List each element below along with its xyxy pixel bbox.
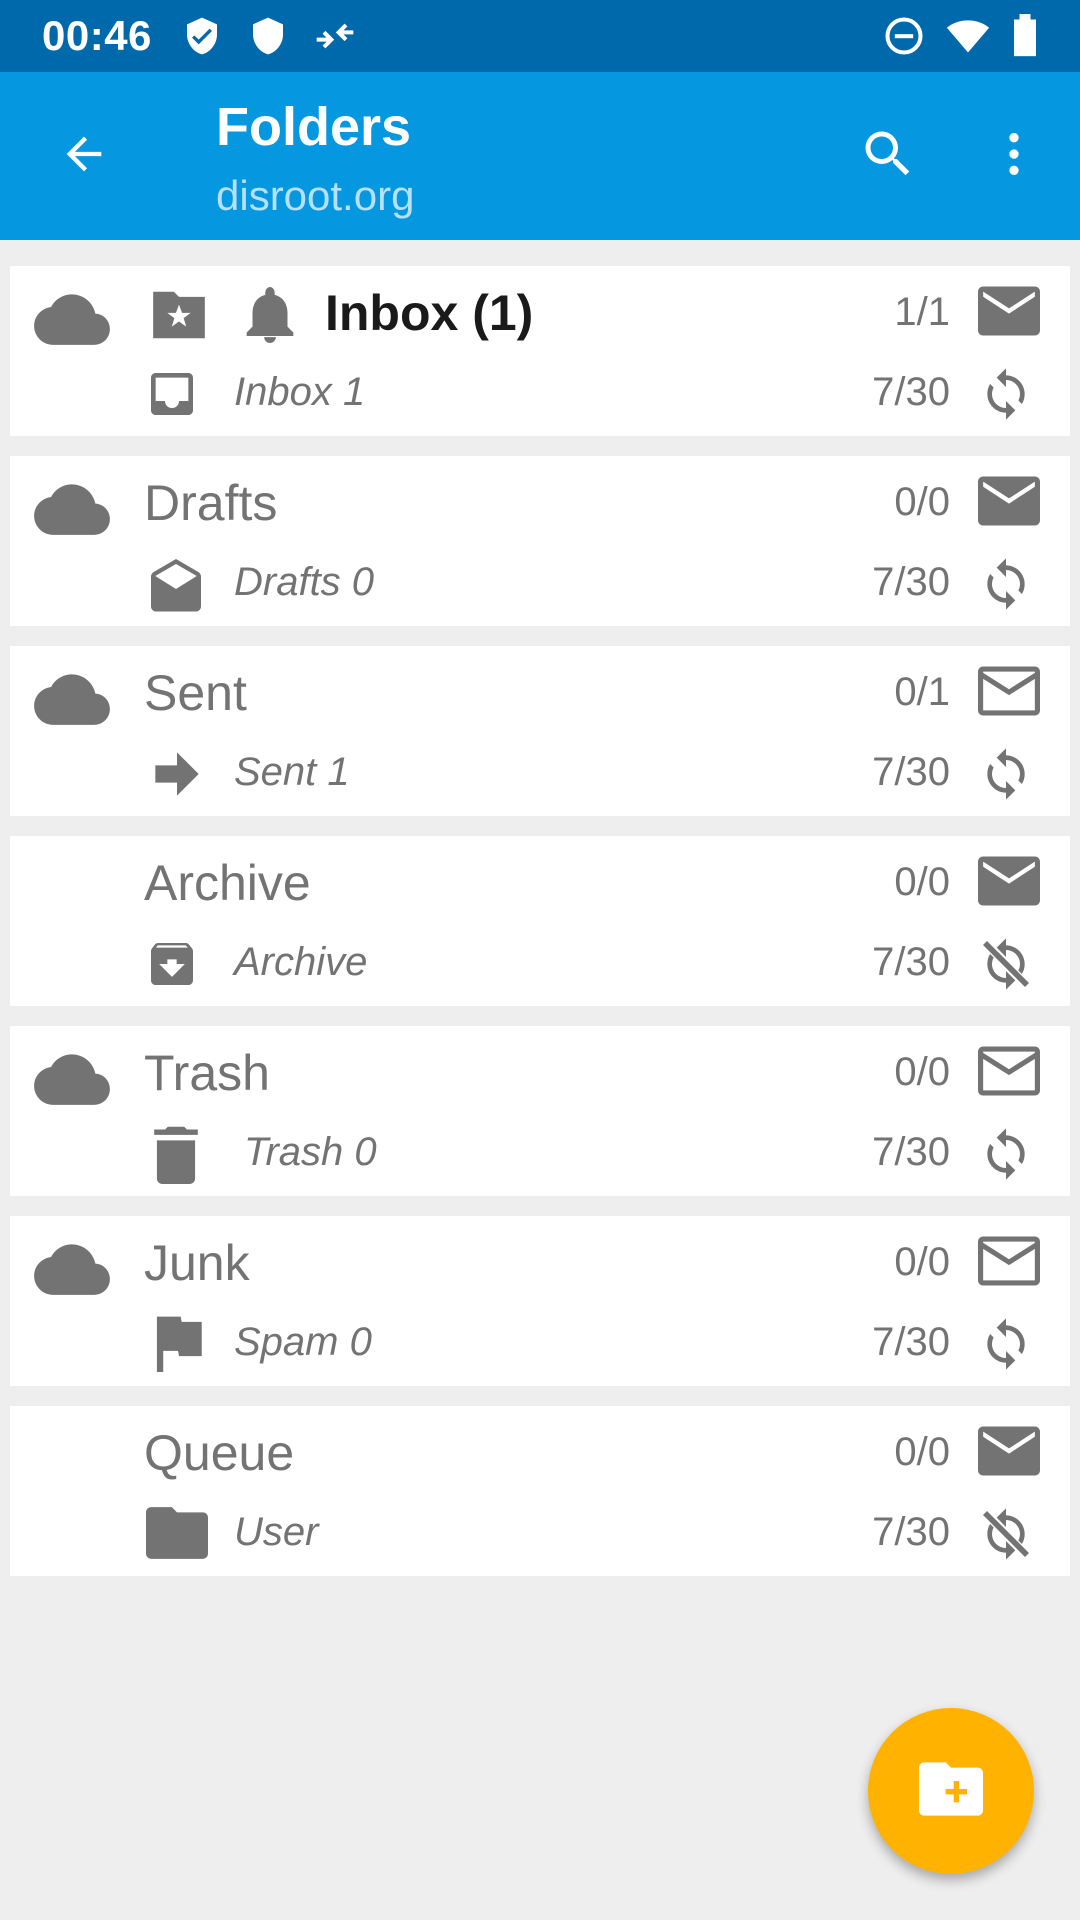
cloud-icon [34, 1048, 110, 1113]
page-subtitle: disroot.org [216, 172, 415, 219]
cloud-icon [34, 1238, 110, 1303]
trash-icon [152, 1124, 200, 1189]
remote-folder-name: Inbox 1 [234, 370, 366, 414]
page-title: Folders [216, 97, 412, 157]
remote-folder-name: Spam 0 [234, 1320, 372, 1364]
shield-check-icon [182, 14, 222, 63]
message-count: 0/0 [894, 860, 950, 904]
mail-filled-icon [978, 856, 1040, 911]
create-folder-fab[interactable] [868, 1708, 1034, 1874]
cloud-icon [34, 478, 110, 543]
message-count: 1/1 [894, 290, 950, 334]
sync-days: 7/30 [872, 1320, 950, 1364]
inbox-icon [144, 366, 200, 427]
status-time: 00:46 [42, 12, 152, 59]
cloud-icon [34, 668, 110, 733]
mail-filled-icon [978, 476, 1040, 531]
message-count: 0/0 [894, 480, 950, 524]
message-count: 0/0 [894, 1050, 950, 1094]
folder-icon [146, 1506, 208, 1565]
sync-days: 7/30 [872, 1510, 950, 1554]
app-bar: Folders disroot.org [0, 72, 1080, 240]
folder-name: Inbox (1) [325, 285, 534, 341]
mail-outline-icon [978, 666, 1040, 721]
sync-days: 7/30 [872, 560, 950, 604]
remote-folder-name: Sent 1 [234, 750, 350, 794]
folder-name: Drafts [144, 475, 278, 531]
sync-days: 7/30 [872, 750, 950, 794]
sync-disabled-icon [978, 1504, 1034, 1569]
remote-folder-name: Archive [234, 940, 368, 984]
sync-icon [978, 554, 1034, 619]
sync-days: 7/30 [872, 940, 950, 984]
create-new-folder-icon [919, 1761, 983, 1822]
flag-icon [152, 1314, 204, 1377]
wifi-icon [944, 14, 992, 63]
mail-filled-icon [978, 1426, 1040, 1481]
folder-list: Inbox (1) 1/1 Inbox 1 7/30 Drafts 0/0 Dr… [10, 266, 1070, 1596]
sync-icon [978, 744, 1034, 809]
folder-star-icon [148, 286, 210, 349]
overflow-menu-button[interactable] [976, 118, 1052, 194]
data-saver-icon [312, 14, 358, 63]
sync-icon [978, 364, 1034, 429]
battery-icon [1010, 14, 1040, 63]
folder-item-archive[interactable]: Archive 0/0 Archive 7/30 [10, 836, 1070, 1006]
message-count: 0/0 [894, 1240, 950, 1284]
shield-icon [248, 14, 288, 63]
drafts-icon [146, 556, 206, 617]
folder-item-queue[interactable]: Queue 0/0 User 7/30 [10, 1406, 1070, 1576]
search-icon [858, 124, 918, 189]
message-count: 0/0 [894, 1430, 950, 1474]
folder-name: Queue [144, 1425, 295, 1481]
folder-item-drafts[interactable]: Drafts 0/0 Drafts 0 7/30 [10, 456, 1070, 626]
folder-item-trash[interactable]: Trash 0/0 Trash 0 7/30 [10, 1026, 1070, 1196]
sync-days: 7/30 [872, 1130, 950, 1174]
send-arrow-icon [150, 748, 204, 805]
folder-name: Archive [144, 855, 311, 911]
folder-name: Trash [144, 1045, 270, 1101]
remote-folder-name: Trash 0 [244, 1130, 377, 1174]
sync-days: 7/30 [872, 370, 950, 414]
remote-folder-name: Drafts 0 [234, 560, 375, 604]
sync-icon [978, 1314, 1034, 1379]
arrow-back-icon [58, 128, 110, 185]
dnd-icon [882, 14, 926, 63]
folder-name: Junk [144, 1235, 250, 1291]
mail-outline-icon [978, 1046, 1040, 1101]
status-bar: 00:46 [0, 0, 1080, 72]
sync-disabled-icon [978, 934, 1034, 999]
sync-icon [978, 1124, 1034, 1189]
archive-icon [144, 936, 200, 997]
mail-filled-icon [978, 286, 1040, 341]
folder-name: Sent [144, 665, 247, 721]
remote-folder-name: User [234, 1510, 319, 1554]
back-button[interactable] [46, 118, 122, 194]
search-button[interactable] [850, 118, 926, 194]
message-count: 0/1 [894, 670, 950, 714]
bell-icon [242, 284, 298, 351]
cloud-icon [34, 288, 110, 353]
folder-item-inbox[interactable]: Inbox (1) 1/1 Inbox 1 7/30 [10, 266, 1070, 436]
folder-item-sent[interactable]: Sent 0/1 Sent 1 7/30 [10, 646, 1070, 816]
mail-outline-icon [978, 1236, 1040, 1291]
folder-item-junk[interactable]: Junk 0/0 Spam 0 7/30 [10, 1216, 1070, 1386]
more-vert-icon [986, 126, 1042, 187]
